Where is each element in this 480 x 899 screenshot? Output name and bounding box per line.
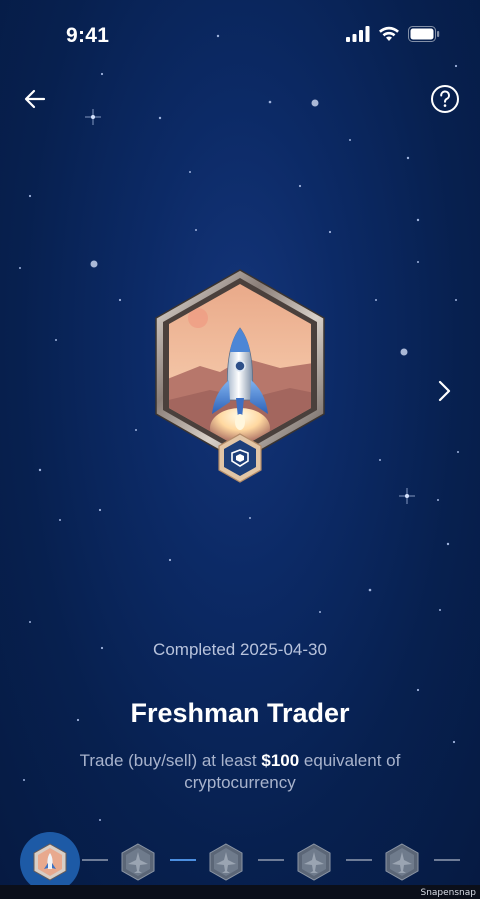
jet-badge-icon (209, 843, 243, 881)
badge-level-5[interactable] (372, 832, 432, 892)
badge-level-1[interactable] (20, 832, 80, 892)
watermark-text: Snapensnap (420, 888, 476, 898)
progress-connector (434, 859, 460, 861)
watermark-bar (0, 885, 480, 899)
badge-description-amount: $100 (261, 751, 300, 770)
badge-detail-screen: 9:41 Completed 2025-04-30 Freshman Trade… (0, 0, 480, 899)
rocket-badge-icon (33, 843, 67, 881)
jet-badge-icon (297, 843, 331, 881)
jet-badge-icon (385, 843, 419, 881)
badge-level-2[interactable] (108, 832, 168, 892)
status-icons (346, 26, 440, 42)
next-badge-button[interactable] (432, 376, 456, 406)
progress-connector (258, 859, 284, 861)
status-time: 9:41 (66, 24, 110, 47)
completed-date: Completed 2025-04-30 (153, 640, 327, 659)
progress-connector (346, 859, 372, 861)
question-circle-icon (431, 85, 459, 113)
badge-title: Freshman Trader (130, 698, 350, 728)
arrow-left-icon (24, 89, 46, 109)
status-bar: 9:41 (0, 0, 480, 70)
chevron-right-icon (438, 380, 451, 402)
signal-icon (346, 26, 370, 42)
progress-connector (82, 859, 108, 861)
jet-badge-icon (121, 843, 155, 881)
back-button[interactable] (20, 84, 50, 114)
progress-connector (170, 859, 196, 861)
badge-level-4[interactable] (284, 832, 344, 892)
badge-description-prefix: Trade (buy/sell) at least (79, 751, 262, 770)
rocket-badge-icon (155, 269, 325, 483)
wifi-icon (379, 26, 399, 41)
badge-progress-strip (0, 828, 480, 892)
badge-level-3[interactable] (196, 832, 256, 892)
badge-description: Trade (buy/sell) at least $100 equivalen… (56, 750, 424, 794)
help-button[interactable] (430, 84, 460, 114)
battery-icon (408, 26, 440, 42)
